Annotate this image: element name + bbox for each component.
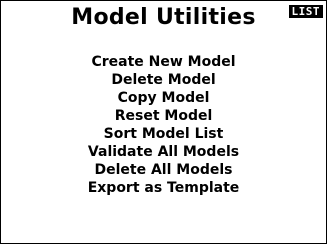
menu-item-sort-model-list[interactable]: Sort Model List xyxy=(1,125,326,143)
list-badge[interactable]: LIST xyxy=(288,5,323,18)
menu-item-validate-all-models[interactable]: Validate All Models xyxy=(1,143,326,161)
menu-item-export-as-template[interactable]: Export as Template xyxy=(1,179,326,197)
menu-item-delete-model[interactable]: Delete Model xyxy=(1,71,326,89)
menu-item-create-new-model[interactable]: Create New Model xyxy=(1,53,326,71)
page-title: Model Utilities xyxy=(71,5,256,30)
menu-item-reset-model[interactable]: Reset Model xyxy=(1,107,326,125)
model-utilities-menu: Create New Model Delete Model Copy Model… xyxy=(1,53,326,197)
menu-item-copy-model[interactable]: Copy Model xyxy=(1,89,326,107)
menu-item-delete-all-models[interactable]: Delete All Models xyxy=(1,161,326,179)
lcd-screen: Model Utilities LIST Create New Model De… xyxy=(0,0,327,244)
